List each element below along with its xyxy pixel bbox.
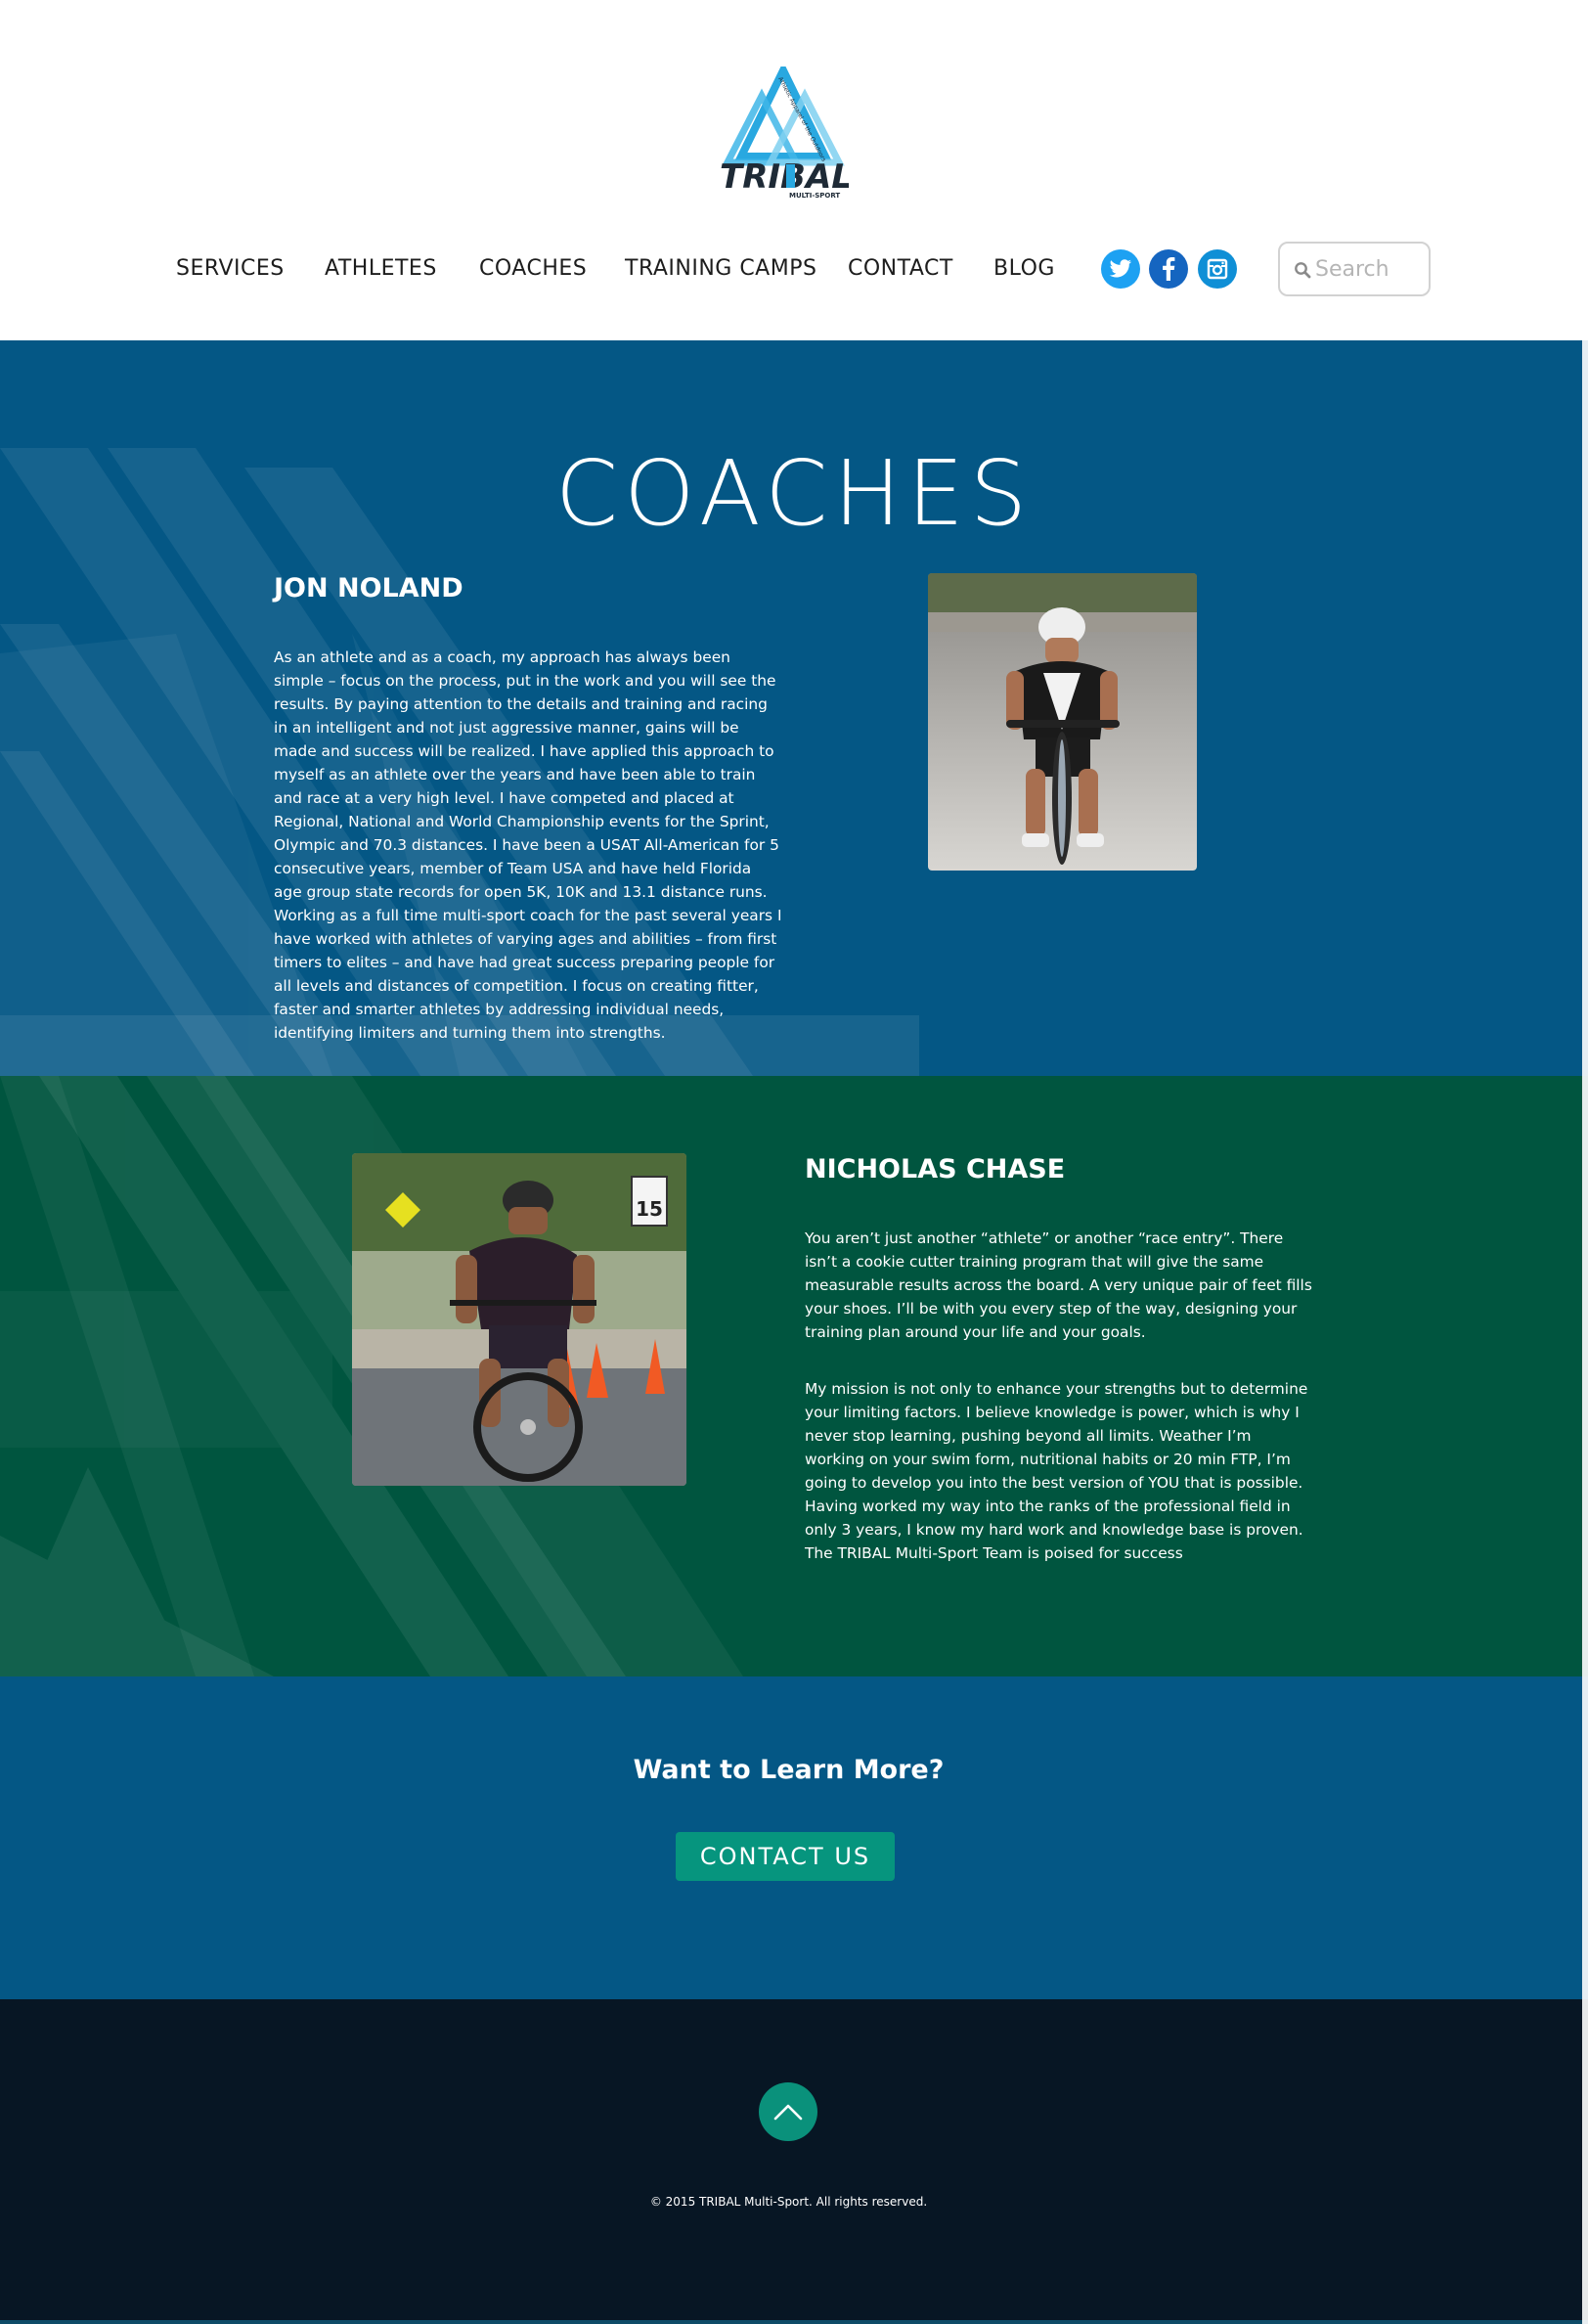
back-to-top-button[interactable] [759, 2082, 817, 2141]
svg-text:15: 15 [636, 1197, 663, 1221]
twitter-button[interactable] [1101, 249, 1140, 289]
chevron-up-icon [773, 2104, 803, 2121]
twitter-icon [1109, 259, 1132, 278]
coach-bio: As an athlete and as a coach, my approac… [274, 648, 782, 1042]
facebook-button[interactable] [1149, 249, 1188, 289]
search-input[interactable] [1315, 253, 1425, 285]
nav-item-coaches[interactable]: COACHES [479, 248, 587, 290]
cta-heading: Want to Learn More? [633, 1755, 945, 1785]
cyclist-race-photo: 15 [352, 1153, 686, 1486]
nav-item-training-camps[interactable]: TRAINING CAMPS [625, 248, 816, 290]
coach-name: JON NOLAND [274, 573, 463, 603]
nav-item-athletes[interactable]: ATHLETES [325, 248, 437, 290]
search-icon [1295, 262, 1311, 279]
coach-bio-paragraph: My mission is not only to enhance your s… [805, 1380, 1308, 1562]
contact-us-button[interactable]: CONTACT US [676, 1832, 895, 1881]
page-right-edge [1582, 340, 1588, 2324]
nav-item-blog[interactable]: BLOG [993, 248, 1055, 290]
triangle-logo-icon: Athletic Apparel of the Outdoors TRIBAL … [720, 61, 853, 200]
coach-photo-nicholas-chase: 15 [352, 1153, 686, 1486]
site-header: Athletic Apparel of the Outdoors TRIBAL … [0, 0, 1588, 340]
logo-wordmark: TRIBAL [720, 157, 849, 197]
decorative-stripes [0, 1076, 743, 1676]
nav-item-services[interactable]: SERVICES [176, 248, 285, 290]
facebook-icon [1163, 257, 1175, 281]
instagram-icon [1207, 258, 1228, 280]
search-box[interactable] [1278, 242, 1431, 296]
site-footer: © 2015 TRIBAL Multi-Sport. All rights re… [0, 1999, 1588, 2324]
instagram-button[interactable] [1198, 249, 1237, 289]
coach-name: NICHOLAS CHASE [805, 1154, 1066, 1184]
footer-edge-line [0, 2320, 1588, 2324]
coach-section-nicholas-chase: 15 NICHOLAS CHASE You aren’t just anothe… [0, 1076, 1588, 1676]
cta-section: Want to Learn More? CONTACT US [0, 1676, 1588, 1999]
nav-item-contact[interactable]: CONTACT [848, 248, 953, 290]
coach-bio-paragraph: You aren’t just another “athlete” or ano… [805, 1229, 1312, 1341]
tribal-logo[interactable]: Athletic Apparel of the Outdoors TRIBAL … [718, 61, 853, 200]
cyclist-photo [928, 573, 1197, 871]
page-title: COACHES [554, 441, 1034, 546]
coach-section-jon-noland: COACHES JON NOLAND As an athlete and as … [0, 340, 1588, 1076]
svg-text:MULTI-SPORT: MULTI-SPORT [789, 192, 840, 200]
coach-photo-jon-noland [928, 573, 1197, 871]
copyright-text: © 2015 TRIBAL Multi-Sport. All rights re… [649, 2195, 928, 2209]
